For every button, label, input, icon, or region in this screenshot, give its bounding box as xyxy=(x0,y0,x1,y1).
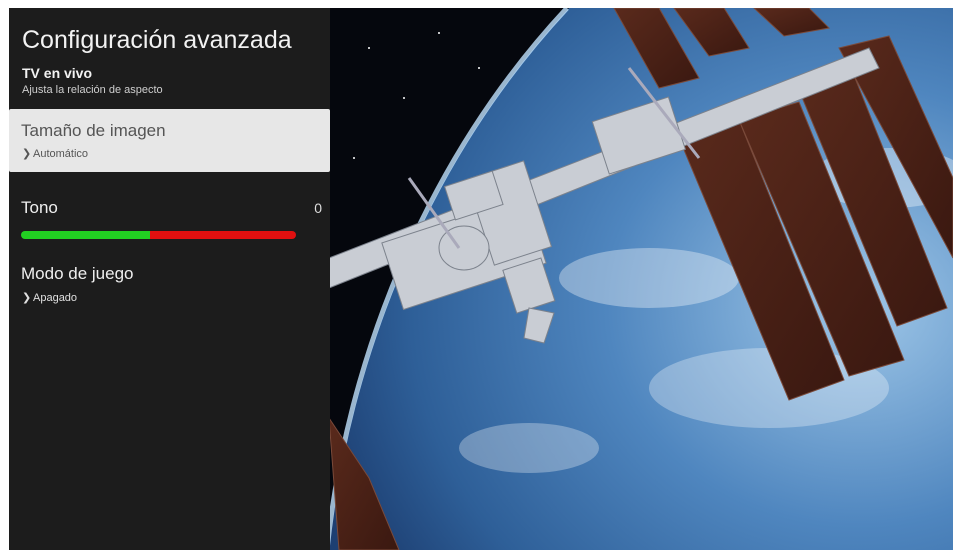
menu-item-title: Modo de juego xyxy=(21,264,134,283)
tv-screen: Configuración avanzada TV en vivo Ajusta… xyxy=(9,8,953,550)
menu-item-value: ❯ Automático xyxy=(22,147,89,161)
slider-green-segment xyxy=(21,231,151,239)
panel-title: Configuración avanzada xyxy=(22,26,292,54)
menu-item-value-text: Automático xyxy=(33,147,89,160)
menu-item-value-text: Apagado xyxy=(33,291,78,304)
settings-panel: Configuración avanzada TV en vivo Ajusta… xyxy=(9,8,330,550)
menu-item-title: Tono xyxy=(21,198,58,217)
menu-item-tamano-imagen[interactable]: Tamaño de imagen ❯ Automático xyxy=(9,109,330,172)
panel-subtitle: TV en vivo xyxy=(22,65,93,81)
panel-description: Ajusta la relación de aspecto xyxy=(22,84,163,96)
menu-item-modo-juego[interactable]: Modo de juego ❯ Apagado xyxy=(9,264,330,314)
menu-item-title: Tamaño de imagen xyxy=(21,121,166,140)
chevron-right-icon: ❯ xyxy=(22,292,32,304)
menu-item-value: ❯ Apagado xyxy=(22,291,78,305)
tono-slider[interactable] xyxy=(21,231,296,239)
tono-value: 0 xyxy=(314,200,322,216)
slider-red-segment xyxy=(150,231,296,239)
menu-item-tono[interactable]: Tono 0 xyxy=(9,198,330,248)
chevron-right-icon: ❯ xyxy=(22,148,32,160)
